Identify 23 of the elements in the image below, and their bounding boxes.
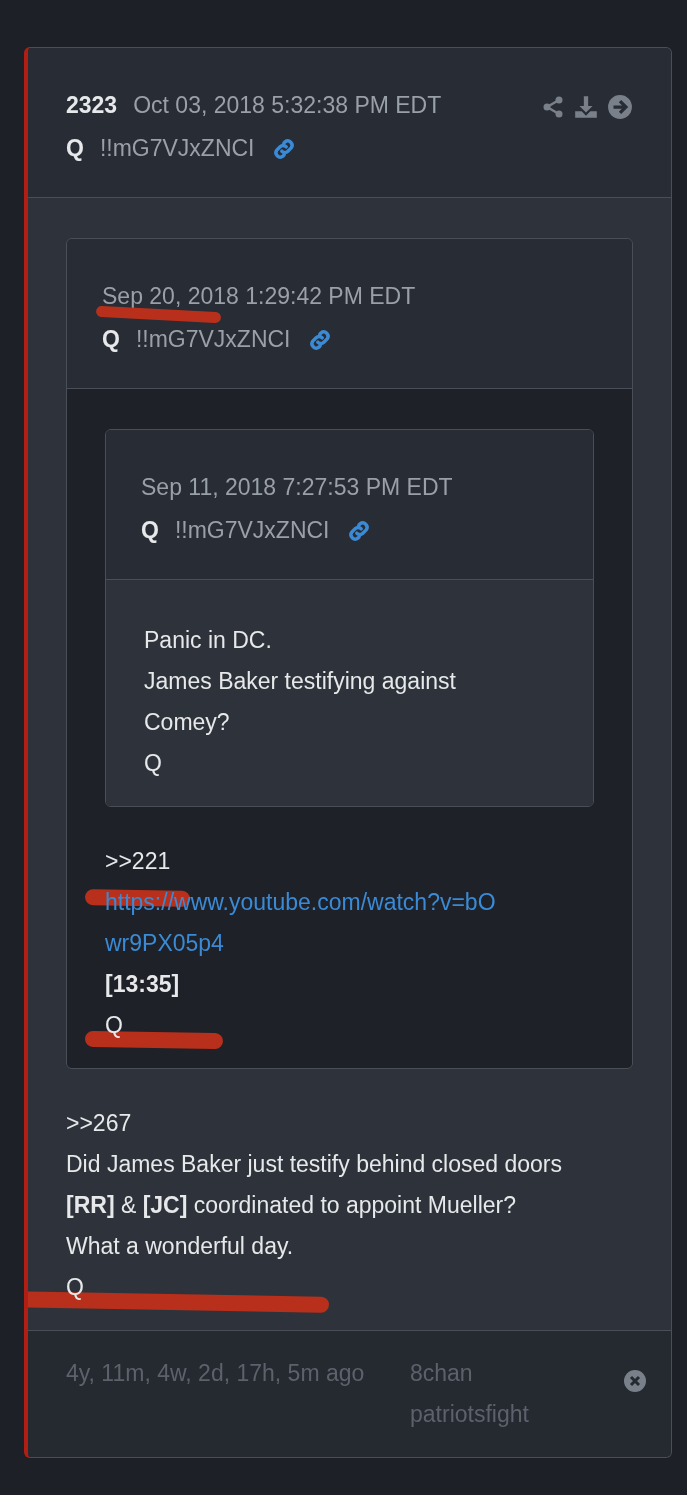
post-text: [RR] & [JC] coordinated to appoint Mueller? (66, 1192, 516, 1218)
tripcode: !!mG7VJxZNCI (135, 325, 291, 352)
author-name: Q (66, 133, 84, 163)
post-text: Panic in DC. (144, 627, 272, 653)
post-text: What a wonderful day. (66, 1233, 294, 1259)
tripcode: !!mG7VJxZNCI (99, 134, 255, 161)
post-text: Did James Baker just testify behind closed doors (66, 1151, 563, 1177)
post-text: >>221 (105, 848, 171, 874)
post-number: 2323 (66, 91, 118, 120)
post-link[interactable]: https://www.youtube.com/watch?v=bOwr9PX05p4 (105, 882, 505, 964)
post-age: 4y, 11m, 4w, 2d, 17h, 5m ago (66, 1359, 366, 1388)
post-date: Oct 03, 2018 5:32:38 PM EDT (133, 91, 442, 120)
post-date: Sep 11, 2018 7:27:53 PM EDT (141, 473, 453, 502)
author-name: Q (141, 515, 159, 545)
post-text: [13:35] (105, 971, 180, 997)
tripcode: !!mG7VJxZNCI (174, 516, 330, 543)
author-name: Q (102, 324, 120, 354)
post-text: James Baker testifying against Comey? (144, 668, 456, 735)
post-text: Q (105, 1012, 123, 1038)
post-text: Q (144, 750, 162, 776)
post-date: Sep 20, 2018 1:29:42 PM EDT (102, 282, 416, 311)
post-text: >>267 (66, 1110, 132, 1136)
post-source: 8chan patriotsfight (410, 1359, 530, 1429)
